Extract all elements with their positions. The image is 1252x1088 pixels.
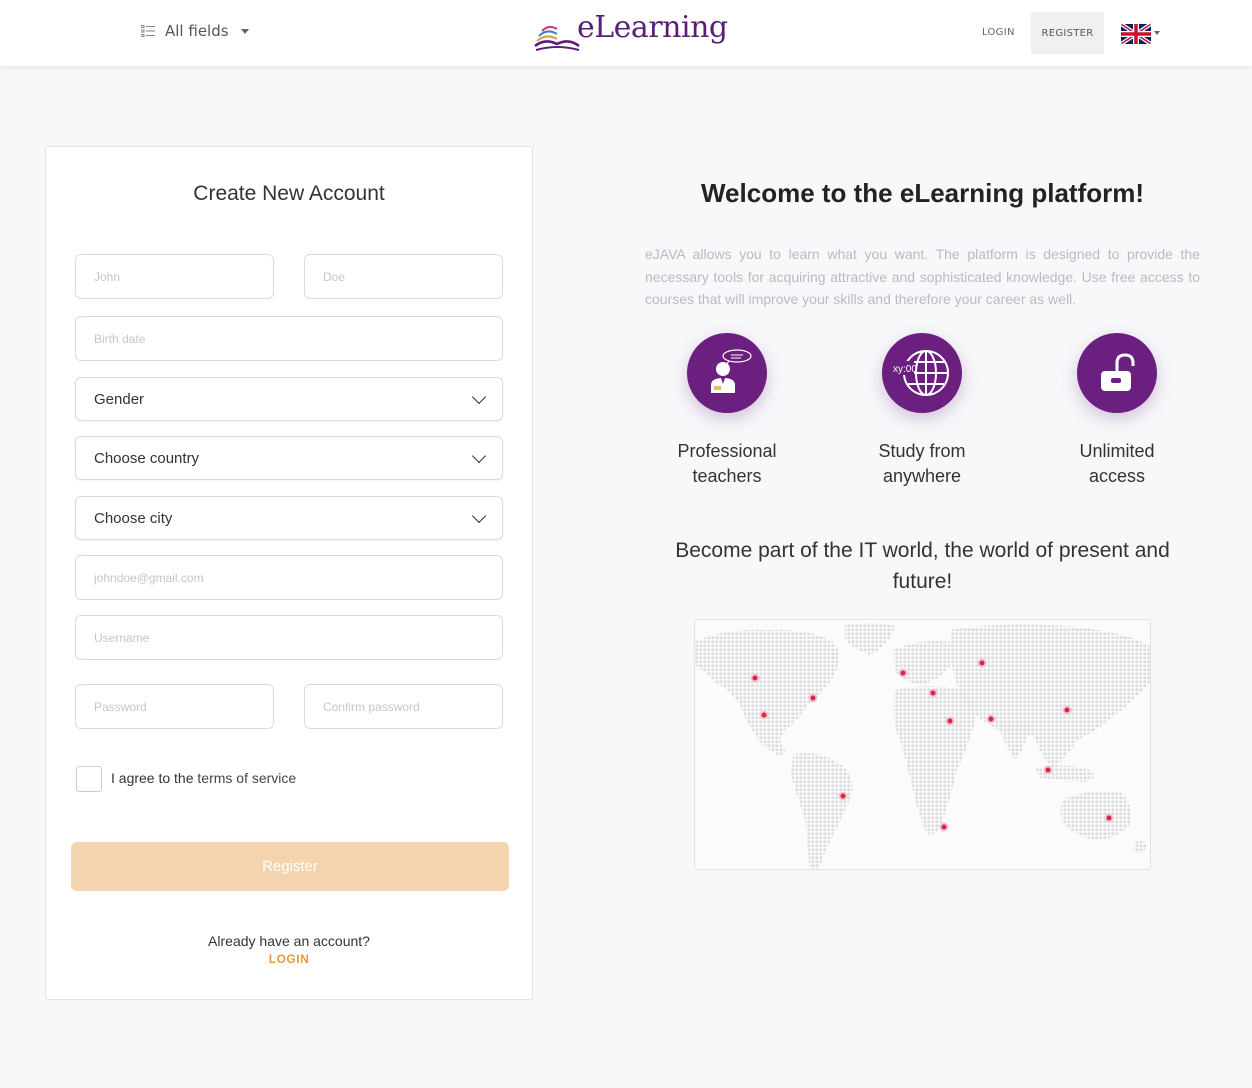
email-field[interactable] bbox=[75, 555, 503, 600]
birth-date-input[interactable] bbox=[94, 331, 484, 346]
login-link[interactable]: LOGIN bbox=[46, 952, 532, 966]
username-input[interactable] bbox=[94, 630, 484, 645]
feature-study-anywhere: Study from anywhere bbox=[842, 439, 1002, 489]
username-field[interactable] bbox=[75, 615, 503, 660]
register-button[interactable]: Register bbox=[71, 842, 509, 891]
password-field[interactable] bbox=[75, 684, 274, 729]
globe-icon: xy:00 bbox=[882, 333, 962, 413]
feature-label-line: Study from bbox=[878, 441, 966, 461]
feature-professional-teachers: Professional teachers bbox=[647, 439, 807, 489]
terms-agreement: I agree to the terms of service bbox=[111, 770, 296, 786]
terms-agree-text: I agree to the bbox=[111, 770, 198, 786]
confirm-password-input[interactable] bbox=[323, 699, 484, 714]
feature-label-line: access bbox=[1088, 466, 1146, 486]
country-select-value: Choose country bbox=[94, 449, 200, 467]
nav-register-link[interactable]: REGISTER bbox=[1031, 12, 1104, 54]
first-name-input[interactable] bbox=[94, 269, 255, 284]
feature-label-line: anywhere bbox=[882, 466, 962, 486]
chevron-down-icon bbox=[471, 448, 487, 464]
unlocked-padlock-icon bbox=[1077, 333, 1157, 413]
first-name-field[interactable] bbox=[75, 254, 274, 299]
caret-down-icon bbox=[240, 28, 249, 34]
city-select-value: Choose city bbox=[94, 509, 173, 527]
language-caret-icon[interactable] bbox=[1154, 31, 1160, 35]
gender-select[interactable]: Gender bbox=[75, 377, 503, 421]
terms-of-service-link[interactable]: terms of service bbox=[197, 770, 296, 786]
form-title: Create New Account bbox=[193, 182, 385, 205]
terms-checkbox[interactable] bbox=[76, 766, 102, 792]
all-fields-dropdown[interactable]: All fields bbox=[141, 22, 249, 40]
gender-select-value: Gender bbox=[94, 390, 145, 408]
top-navbar: All fields eLearning LOGIN REGISTER bbox=[0, 0, 1252, 66]
uk-flag-icon[interactable] bbox=[1121, 24, 1151, 44]
feature-unlimited-access: Unlimited access bbox=[1037, 439, 1197, 489]
world-map-icon bbox=[694, 619, 1151, 870]
chevron-down-icon bbox=[471, 389, 487, 405]
last-name-field[interactable] bbox=[304, 254, 503, 299]
registration-card: Create New Account Gender Choose country… bbox=[45, 146, 533, 1000]
book-logo-icon bbox=[534, 25, 580, 51]
password-input[interactable] bbox=[94, 699, 255, 714]
all-fields-label: All fields bbox=[165, 22, 229, 40]
tagline: Become part of the IT world, the world o… bbox=[675, 539, 1170, 593]
already-have-account-text: Already have an account? bbox=[208, 933, 370, 949]
last-name-input[interactable] bbox=[323, 269, 484, 284]
list-icon bbox=[141, 25, 155, 37]
logo-text: eLearning bbox=[577, 10, 728, 45]
welcome-heading: Welcome to the eLearning platform! bbox=[700, 178, 1144, 208]
birth-date-field[interactable] bbox=[75, 316, 503, 361]
teacher-icon bbox=[687, 333, 767, 413]
confirm-password-field[interactable] bbox=[304, 684, 503, 729]
country-select[interactable]: Choose country bbox=[75, 436, 503, 480]
city-select[interactable]: Choose city bbox=[75, 496, 503, 540]
feature-label-line: Unlimited bbox=[1079, 441, 1155, 461]
feature-label-line: Professional bbox=[677, 441, 777, 461]
globe-badge-text: xy:00 bbox=[893, 364, 917, 375]
chevron-down-icon bbox=[471, 508, 487, 524]
email-input[interactable] bbox=[94, 570, 484, 585]
elearning-logo[interactable]: eLearning bbox=[533, 10, 728, 52]
platform-description: eJAVA allows you to learn what you want.… bbox=[645, 246, 1200, 307]
nav-login-link[interactable]: LOGIN bbox=[982, 27, 1015, 38]
feature-label-line: teachers bbox=[692, 466, 762, 486]
